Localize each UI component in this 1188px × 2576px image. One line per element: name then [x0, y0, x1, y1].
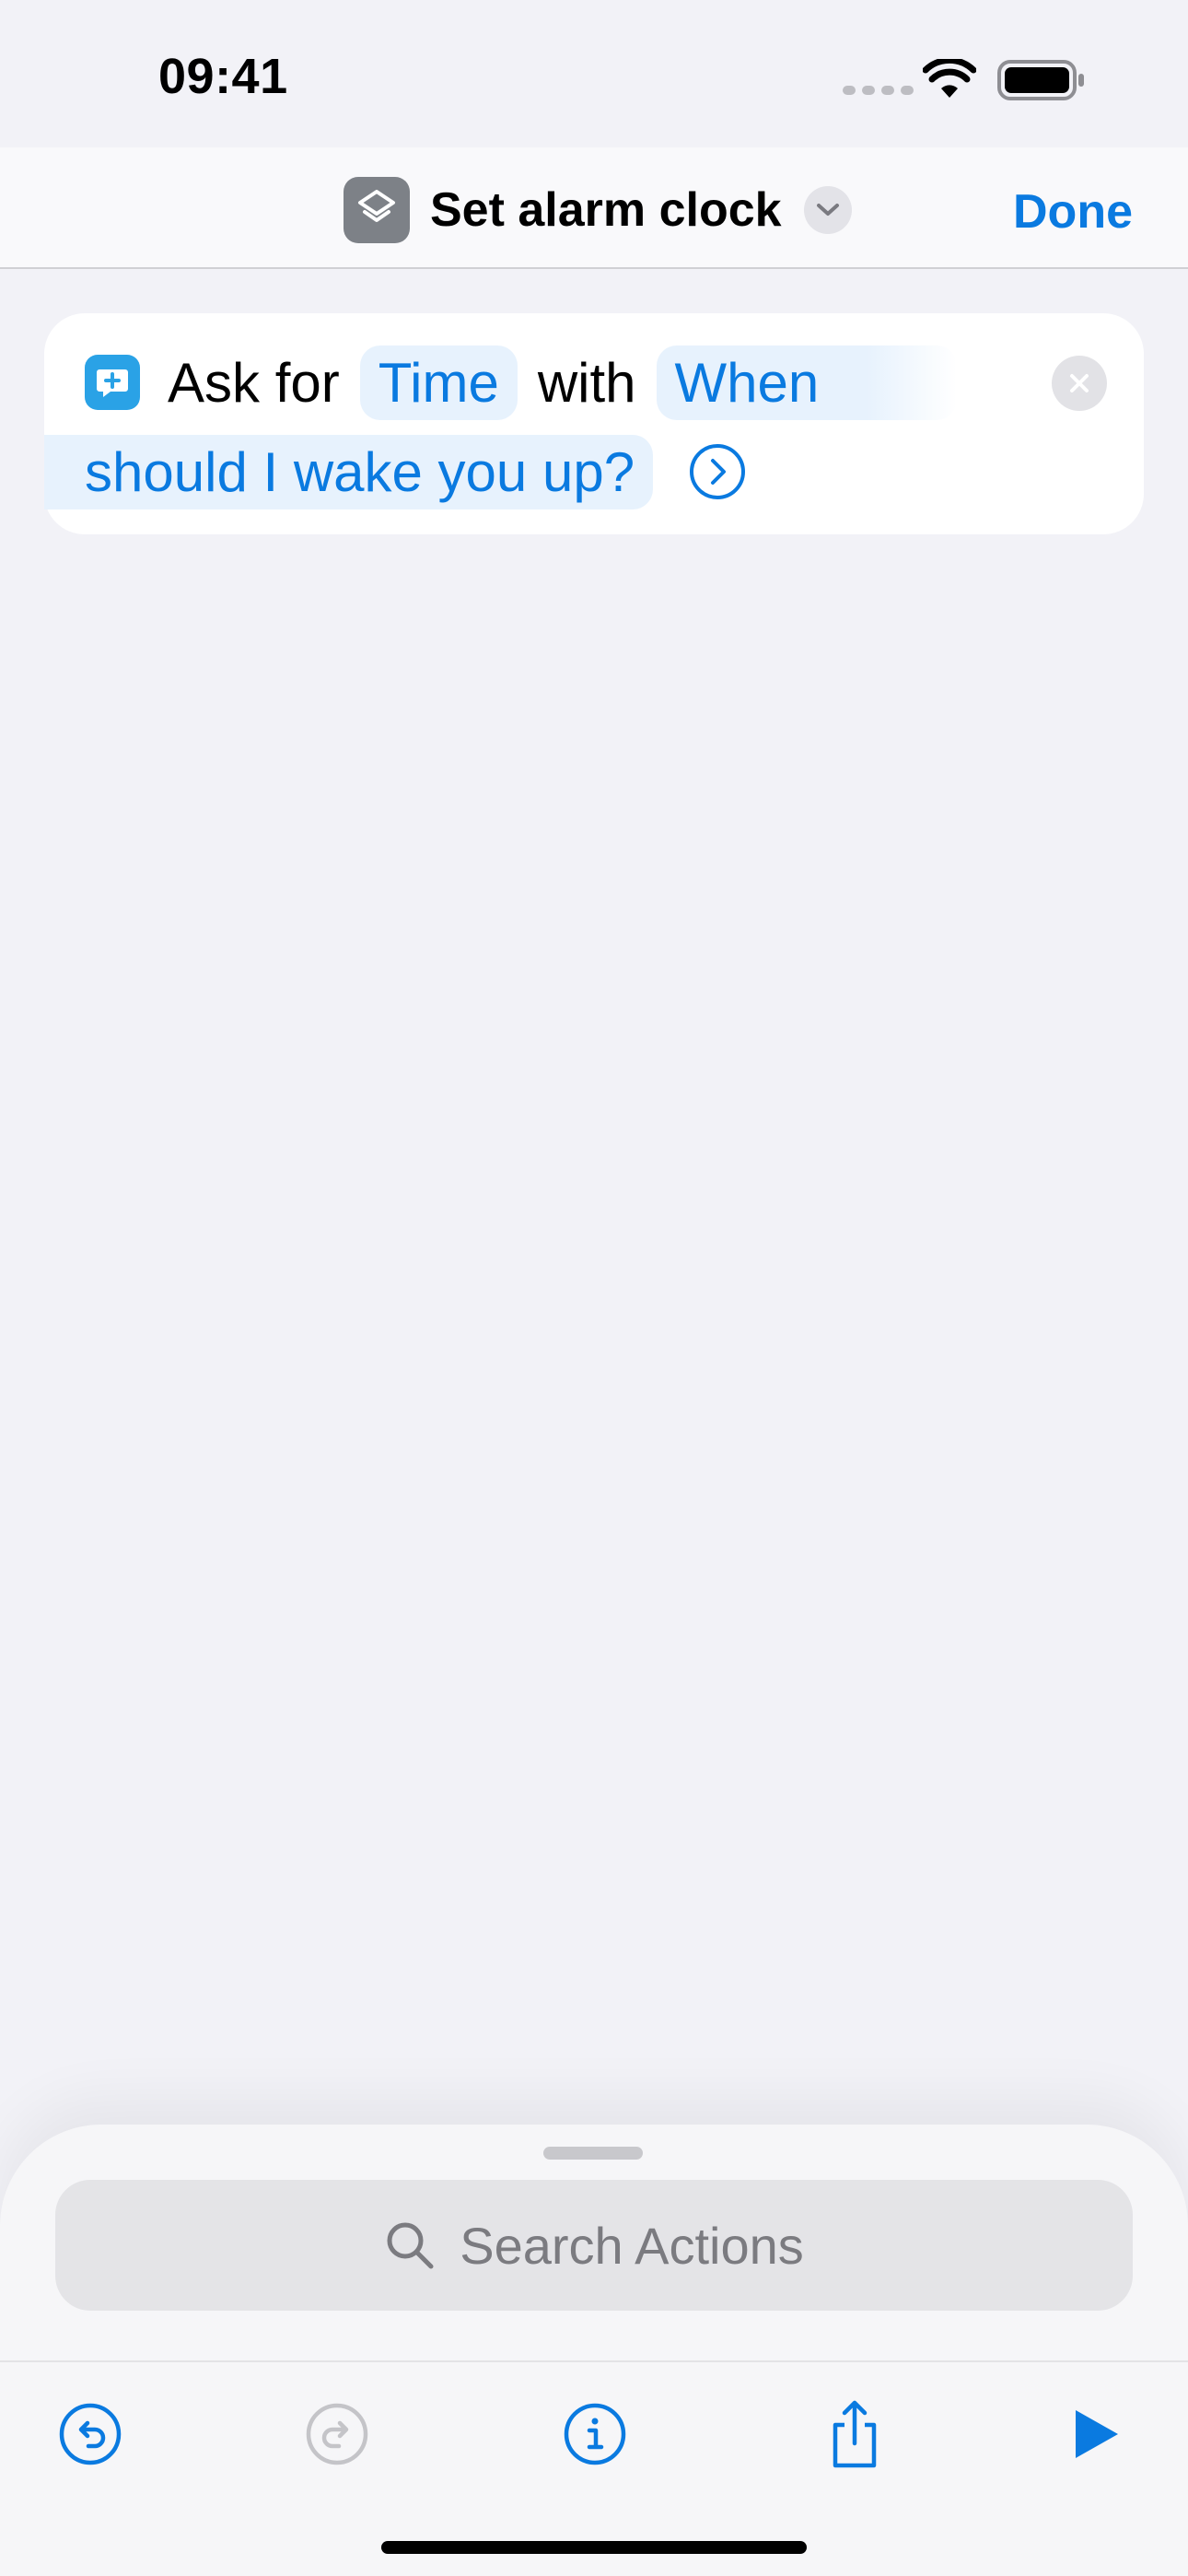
search-placeholder: Search Actions — [460, 2216, 804, 2275]
redo-button[interactable] — [300, 2397, 374, 2471]
action-label-with: with — [537, 351, 636, 414]
chevron-down-icon[interactable] — [803, 186, 852, 234]
share-button[interactable] — [818, 2397, 891, 2471]
sheet-grabber[interactable] — [543, 2147, 643, 2160]
done-button[interactable]: Done — [1013, 184, 1133, 240]
remove-action-button[interactable] — [1052, 356, 1107, 411]
undo-button[interactable] — [53, 2397, 127, 2471]
share-icon — [833, 2400, 877, 2468]
search-icon — [387, 2222, 434, 2269]
action-label-ask-for: Ask for — [168, 351, 340, 414]
close-icon — [1070, 374, 1089, 392]
run-button[interactable] — [1057, 2397, 1131, 2471]
shortcuts-layers-icon — [344, 177, 410, 243]
action-line-2: should I wake you up? — [44, 433, 747, 510]
ask-for-input-action-card[interactable]: Ask for Time with When should I wake you… — [44, 313, 1144, 534]
home-indicator[interactable] — [381, 2541, 807, 2554]
input-type-token[interactable]: Time — [359, 345, 518, 420]
ask-for-input-icon — [85, 355, 140, 410]
chevron-right-circle-icon[interactable] — [688, 442, 747, 501]
actions-sheet: Search Actions — [0, 2125, 1188, 2576]
status-time: 09:41 — [158, 49, 288, 104]
play-icon — [1076, 2410, 1118, 2458]
shortcut-title[interactable]: Set alarm clock — [430, 182, 782, 238]
prompt-token-continued[interactable]: should I wake you up? — [44, 434, 654, 509]
wifi-icon — [923, 59, 976, 98]
info-button[interactable] — [558, 2397, 632, 2471]
cellular-signal-icon — [843, 86, 914, 95]
info-icon — [564, 2403, 626, 2465]
battery-icon — [997, 60, 1084, 100]
status-bar: 09:41 — [0, 0, 1188, 147]
redo-icon — [306, 2403, 368, 2465]
nav-bar: Set alarm clock Done — [0, 147, 1188, 269]
prompt-token[interactable]: When — [656, 345, 958, 420]
action-line: Ask for Time with When — [85, 345, 958, 420]
search-actions-field[interactable]: Search Actions — [55, 2180, 1133, 2311]
undo-icon — [59, 2403, 122, 2465]
shortcut-title-menu[interactable]: Set alarm clock — [344, 177, 852, 243]
